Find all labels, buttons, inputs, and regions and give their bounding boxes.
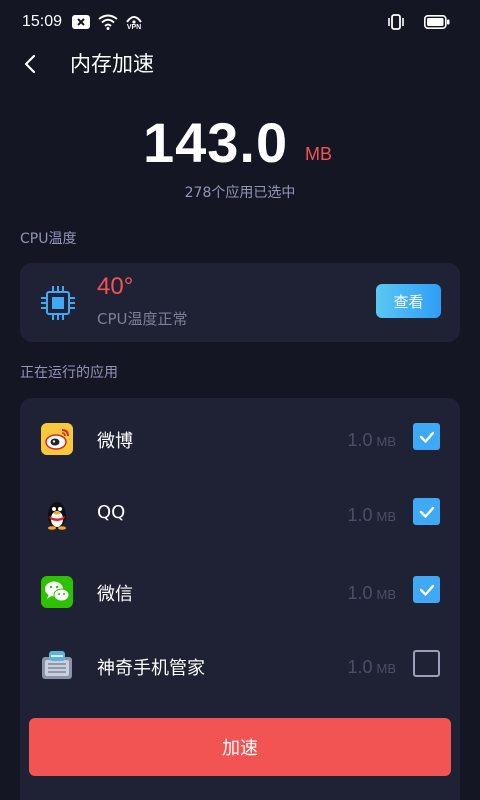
app-size-value: 1.0 [347, 657, 373, 677]
cpu-status: CPU温度正常 [97, 310, 188, 328]
app-size-unit: MB [376, 587, 397, 602]
cpu-chip-icon [38, 283, 78, 323]
memory-value: 143.0 [143, 111, 289, 174]
cpu-temperature: 40° [97, 273, 134, 300]
app-checkbox[interactable] [413, 650, 440, 677]
app-name: 微信 [97, 584, 133, 605]
notification-x-icon [72, 15, 91, 29]
header: 内存加速 [0, 44, 480, 84]
qq-penguin-icon [40, 497, 74, 531]
app-size-value: 1.0 [347, 505, 373, 525]
status-bar: 15:09 VPN [0, 0, 480, 44]
app-size-unit: MB [376, 661, 397, 676]
cpu-card: 40° CPU温度正常 查看 [20, 263, 460, 342]
app-size-value: 1.0 [347, 430, 373, 450]
checkmark-icon [419, 584, 434, 596]
cpu-section-label: CPU温度 [20, 231, 77, 247]
app-size: 1.0 MB [347, 657, 396, 678]
wifi-icon [98, 14, 118, 30]
accelerate-button[interactable]: 加速 [29, 718, 451, 776]
list-item[interactable]: 微信 1.0 MB [20, 561, 460, 621]
app-name: QQ [97, 502, 126, 523]
chevron-left-icon[interactable] [20, 52, 44, 76]
wechat-icon [40, 575, 74, 609]
vibrate-icon [386, 14, 406, 30]
checkmark-icon [419, 506, 434, 518]
vpn-label: VPN [126, 23, 142, 31]
memory-unit: MB [305, 144, 332, 164]
status-time: 15:09 [22, 13, 63, 30]
vpn-icon: VPN [126, 14, 142, 31]
weibo-icon [40, 422, 74, 456]
selected-count: 278个应用已选中 [184, 185, 296, 201]
running-apps-section-label: 正在运行的应用 [20, 365, 118, 381]
app-name: 微博 [97, 431, 133, 452]
app-size: 1.0 MB [347, 505, 396, 526]
app-size-value: 1.0 [347, 583, 373, 603]
checkmark-icon [419, 431, 434, 443]
battery-icon [424, 15, 450, 29]
list-item[interactable]: 微博 1.0 MB [20, 408, 460, 468]
app-name: 神奇手机管家 [97, 658, 205, 679]
view-button[interactable]: 查看 [376, 284, 441, 318]
phone-manager-icon [40, 649, 74, 683]
app-size-unit: MB [376, 509, 397, 524]
app-size-unit: MB [376, 434, 397, 449]
list-item[interactable]: QQ 1.0 MB [20, 483, 460, 543]
page-title: 内存加速 [70, 52, 154, 76]
app-checkbox[interactable] [413, 498, 440, 525]
app-checkbox[interactable] [413, 423, 440, 450]
app-checkbox[interactable] [413, 576, 440, 603]
app-size: 1.0 MB [347, 583, 396, 604]
list-item[interactable]: 神奇手机管家 1.0 MB [20, 635, 460, 695]
app-size: 1.0 MB [347, 430, 396, 451]
